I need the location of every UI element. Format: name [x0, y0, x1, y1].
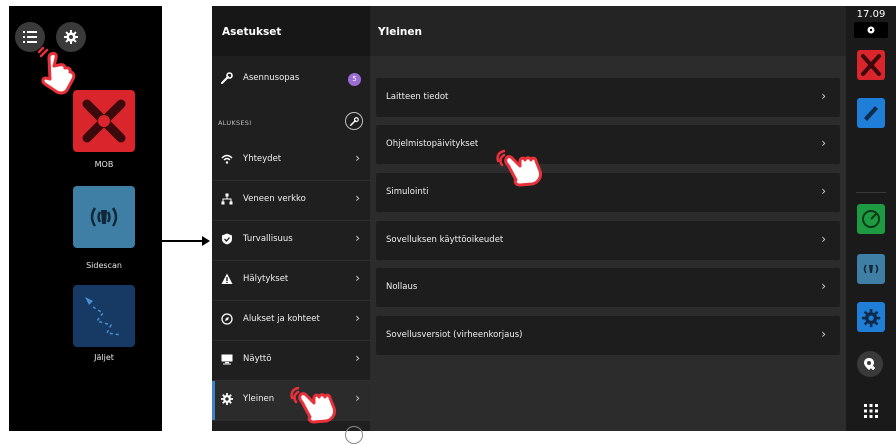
mob-icon: [82, 99, 126, 143]
menu-item-reset[interactable]: Nollaus ›: [376, 268, 840, 307]
right-sidebar: 17.09: [846, 6, 896, 431]
arrow-right-icon: [162, 236, 210, 246]
safety-label: Turvallisuus: [243, 234, 293, 244]
wifi-icon: [221, 154, 233, 164]
menu-item-simulation[interactable]: Simulointi ›: [376, 173, 840, 212]
home-panel: MOB Sidescan Jäljet: [9, 6, 162, 431]
tap-hand-icon: [37, 46, 76, 95]
grid-icon: [864, 404, 878, 418]
settings-item-safety[interactable]: Turvallisuus ›: [212, 221, 370, 261]
sidescan-app[interactable]: [73, 186, 135, 248]
tracks-icon: [864, 106, 878, 121]
display-label: Näyttö: [243, 354, 272, 364]
wrench-icon: [221, 72, 233, 84]
chevron-right-icon: ›: [355, 311, 360, 325]
sidebar-radar-button[interactable]: [857, 204, 885, 234]
shield-icon: [222, 233, 232, 245]
general-settings-panel: Yleinen Laitteen tiedot › Ohjelmistopäiv…: [370, 6, 846, 431]
status-indicator: [854, 22, 888, 38]
reset-label: Nollaus: [386, 282, 418, 292]
gear-icon: [64, 30, 78, 44]
vessels-targets-label: Alukset ja kohteet: [243, 314, 320, 324]
chevron-right-icon: ›: [821, 136, 826, 150]
chevron-right-icon: ›: [821, 327, 826, 341]
settings-panel: Asetukset Asennusopas 5 ALUKSESI Yhteyde…: [212, 6, 370, 444]
divider: [856, 192, 886, 193]
satellite-icon: [867, 26, 875, 34]
general-label: Yleinen: [243, 394, 275, 404]
sidescan-label: Sidescan: [86, 261, 122, 270]
network-icon: [221, 193, 233, 205]
more-button[interactable]: [345, 426, 363, 444]
step-badge: 5: [348, 73, 361, 86]
settings-item-vessels-targets[interactable]: Alukset ja kohteet ›: [212, 301, 370, 341]
settings-item-install-guide[interactable]: Asennusopas 5: [212, 60, 370, 99]
chevron-right-icon: ›: [355, 351, 360, 365]
section-label: ALUKSESI: [218, 119, 252, 127]
sidebar-settings-button[interactable]: [857, 302, 885, 332]
chevron-right-icon: ›: [821, 232, 826, 246]
app-versions-label: Sovellusversiot (virheenkorjaus): [386, 330, 523, 340]
settings-item-display[interactable]: Näyttö ›: [212, 341, 370, 381]
settings-item-alarms[interactable]: Hälytykset ›: [212, 261, 370, 301]
tracks-app[interactable]: [73, 285, 135, 347]
clock: 17.09: [856, 9, 886, 20]
alarms-label: Hälytykset: [243, 274, 289, 284]
tap-hand-icon: [496, 149, 542, 187]
chevron-right-icon: ›: [821, 279, 826, 293]
sidescan-icon: [863, 264, 879, 274]
settings-item-boat-network[interactable]: Veneen verkko ›: [212, 181, 370, 221]
settings-title: Asetukset: [222, 26, 282, 38]
tap-hand-icon: [290, 386, 336, 424]
gear-icon: [221, 393, 233, 405]
chevron-right-icon: ›: [355, 271, 360, 285]
vessel-edit-button[interactable]: [345, 112, 363, 130]
list-icon: [23, 31, 37, 43]
add-location-icon: [864, 358, 875, 370]
compass-icon: [221, 313, 233, 325]
chevron-right-icon: ›: [355, 391, 360, 405]
boat-network-label: Veneen verkko: [243, 194, 306, 204]
menu-item-app-versions[interactable]: Sovellusversiot (virheenkorjaus) ›: [376, 316, 840, 355]
chevron-right-icon: ›: [821, 89, 826, 103]
menu-item-app-permissions[interactable]: Sovelluksen käyttöoikeudet ›: [376, 221, 840, 260]
simulation-label: Simulointi: [386, 187, 429, 197]
main-header: Yleinen: [370, 6, 846, 56]
menu-item-device-info[interactable]: Laitteen tiedot ›: [376, 78, 840, 117]
tracks-label: Jäljet: [94, 353, 114, 362]
tracks-icon: [85, 297, 122, 336]
warning-icon: [221, 273, 233, 284]
mob-label: MOB: [94, 160, 114, 169]
sidebar-sidescan-button[interactable]: [857, 254, 885, 284]
mob-app[interactable]: [73, 90, 135, 152]
chevron-right-icon: ›: [355, 191, 360, 205]
apps-grid-button[interactable]: [864, 403, 878, 422]
gear-icon: [862, 309, 881, 328]
settings-header: Asetukset: [212, 6, 370, 56]
app-permissions-label: Sovelluksen käyttöoikeudet: [386, 235, 504, 245]
device-info-label: Laitteen tiedot: [386, 92, 449, 102]
sidebar-mob-button[interactable]: [857, 50, 885, 80]
add-waypoint-button[interactable]: [857, 351, 883, 377]
radar-icon: [862, 210, 880, 228]
sidebar-tracks-button[interactable]: [857, 98, 885, 128]
menu-item-software-updates[interactable]: Ohjelmistopäivitykset ›: [376, 125, 840, 164]
sidescan-icon: [90, 207, 118, 227]
chevron-right-icon: ›: [355, 231, 360, 245]
software-updates-label: Ohjelmistopäivitykset: [386, 139, 479, 149]
mob-icon: [861, 54, 881, 76]
display-icon: [221, 354, 233, 365]
chevron-right-icon: ›: [821, 184, 826, 198]
wrench-icon: [349, 116, 359, 126]
settings-item-connections[interactable]: Yhteydet ›: [212, 141, 370, 181]
install-guide-label: Asennusopas: [243, 73, 300, 83]
connections-label: Yhteydet: [243, 154, 282, 164]
main-title: Yleinen: [378, 26, 422, 38]
chevron-right-icon: ›: [355, 151, 360, 165]
